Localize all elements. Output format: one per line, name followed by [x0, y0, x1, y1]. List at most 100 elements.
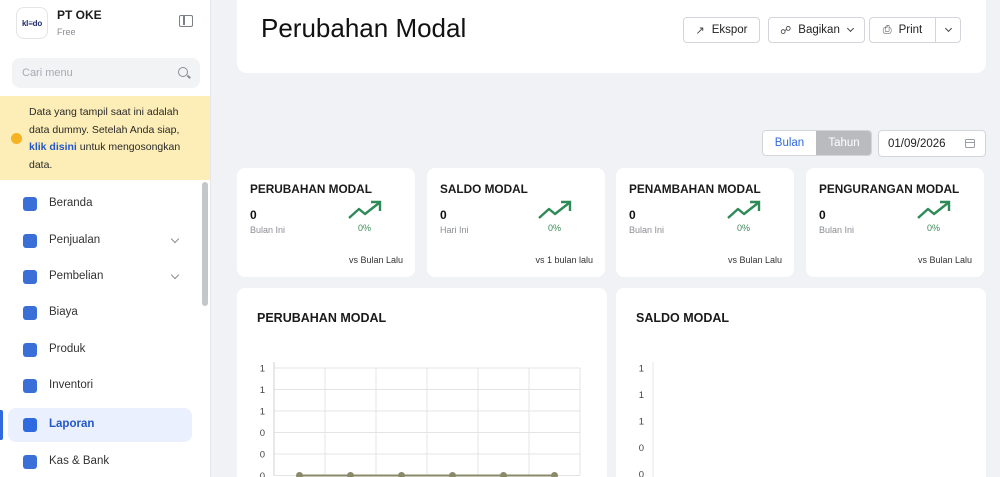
printer-icon: ⎙: [882, 23, 892, 36]
data-point: [296, 472, 303, 477]
trend-up-icon: [348, 200, 382, 219]
period-toggle: Bulan Tahun: [762, 130, 872, 156]
y-tick-label: 1: [260, 364, 265, 375]
saldo-modal-chart: 1 1 1 0 0: [639, 362, 654, 477]
receipt-icon: [23, 306, 37, 320]
sidebar-item-beranda[interactable]: Beranda: [8, 187, 192, 221]
y-tick-label: 0: [260, 471, 265, 477]
notice-link[interactable]: klik disini: [29, 141, 77, 153]
sidebar-item-label: Inventori: [49, 379, 94, 391]
sidebar-item-inventori[interactable]: Inventori: [8, 369, 192, 403]
date-picker: [878, 130, 986, 157]
sidebar-scrollbar[interactable]: [202, 180, 208, 477]
data-point: [347, 472, 354, 477]
y-tick-label: 0: [260, 450, 265, 461]
notice-text-before: Data yang tampil saat ini adalah data du…: [29, 106, 180, 136]
y-tick-label: 0: [260, 428, 265, 439]
print-button[interactable]: ⎙ Print: [869, 17, 936, 43]
sidebar-collapse-icon[interactable]: [179, 15, 193, 27]
period-option-year[interactable]: Tahun: [816, 131, 871, 155]
kpi-value: 0: [629, 208, 636, 222]
y-tick-label: 0: [639, 443, 644, 454]
sidebar-item-label: Produk: [49, 343, 86, 355]
export-icon: ↗: [695, 24, 705, 37]
data-point: [551, 472, 558, 477]
kpi-compare: vs Bulan Lalu: [727, 255, 782, 265]
chevron-down-icon[interactable]: [170, 270, 180, 280]
chevron-down-icon: [944, 24, 952, 33]
share-button[interactable]: ☍ Bagikan: [768, 17, 865, 43]
share-label: Bagikan: [798, 24, 840, 36]
warning-dot-icon: [11, 133, 22, 144]
plan-label: Free: [57, 27, 76, 37]
brand: kl≡do PT OKE Free: [16, 7, 196, 43]
y-tick-label: 1: [639, 417, 644, 428]
sidebar-item-label: Beranda: [49, 197, 93, 209]
sidebar-scroll-thumb[interactable]: [202, 182, 208, 306]
share-icon: ☍: [780, 24, 792, 37]
data-point: [449, 472, 456, 477]
period-option-month[interactable]: Bulan: [763, 131, 816, 155]
kpi-title: SALDO MODAL: [440, 182, 528, 196]
page-header: Perubahan Modal ↗ Ekspor ☍ Bagikan ⎙ Pri…: [237, 0, 986, 73]
dummy-data-notice: Data yang tampil saat ini adalah data du…: [0, 96, 210, 180]
y-tick-label: 0: [639, 470, 644, 477]
chevron-down-icon: [846, 24, 854, 33]
search-icon[interactable]: [178, 67, 188, 77]
kpi-change: 0%: [548, 223, 562, 233]
report-icon: [23, 418, 37, 432]
export-label: Ekspor: [711, 24, 748, 36]
box-icon: [23, 343, 37, 357]
chart-card-saldo-modal: SALDO MODAL 11100: [616, 288, 986, 477]
sidebar-item-label: Pembelian: [49, 270, 104, 282]
trend-up-icon: [727, 200, 761, 219]
trend-up-icon: [538, 200, 572, 219]
kpi-title: PENGURANGAN MODAL: [819, 182, 960, 196]
kpi-period: Bulan Ini: [250, 225, 286, 235]
purchase-cart-icon: [23, 270, 37, 284]
page-title: Perubahan Modal: [261, 13, 467, 43]
kpi-compare: vs Bulan Lalu: [348, 255, 403, 265]
kledo-logo[interactable]: kl≡do: [16, 7, 48, 39]
data-point: [500, 472, 507, 477]
sidebar-item-pembelian[interactable]: Pembelian: [8, 260, 192, 294]
calendar-icon[interactable]: [965, 139, 975, 148]
company-name[interactable]: PT OKE: [57, 8, 102, 22]
kpi-compare: vs Bulan Lalu: [917, 255, 972, 265]
kpi-period: Bulan Ini: [819, 225, 855, 235]
menu-search-input[interactable]: [22, 58, 172, 88]
print-label: Print: [898, 24, 923, 36]
y-tick-label: 1: [260, 385, 265, 396]
kpi-value: 0: [819, 208, 826, 222]
y-tick-label: 1: [639, 390, 644, 401]
trend-up-icon: [917, 200, 951, 219]
export-button[interactable]: ↗ Ekspor: [683, 17, 760, 43]
sidebar-item-biaya[interactable]: Biaya: [8, 296, 192, 330]
sidebar-item-produk[interactable]: Produk: [8, 333, 192, 367]
sidebar-item-kas-bank[interactable]: Kas & Bank: [8, 445, 192, 477]
kpi-change: 0%: [737, 223, 751, 233]
kpi-title: PERUBAHAN MODAL: [250, 182, 372, 196]
sidebar-item-penjualan[interactable]: Penjualan: [8, 224, 192, 258]
sales-tag-icon: [23, 234, 37, 248]
sidebar-item-label: Penjualan: [49, 234, 101, 246]
kpi-card-perubahan-modal: PERUBAHAN MODAL 0 Bulan Ini 0% vs Bulan Lalu: [237, 168, 415, 277]
chevron-down-icon[interactable]: [170, 234, 180, 244]
sidebar-item-laporan[interactable]: Laporan: [8, 408, 192, 442]
chart-card-perubahan-modal: PERUBAHAN MODAL 111000: [237, 288, 607, 477]
date-input[interactable]: [888, 131, 963, 156]
wallet-icon: [23, 455, 37, 469]
kpi-compare: vs 1 bulan lalu: [535, 255, 593, 265]
y-tick-label: 1: [639, 364, 644, 375]
kpi-card-saldo-modal: SALDO MODAL 0 Hari Ini 0% vs 1 bulan lalu: [427, 168, 605, 277]
kpi-title: PENAMBAHAN MODAL: [629, 182, 761, 196]
kpi-period: Hari Ini: [440, 225, 469, 235]
print-options-button[interactable]: [935, 17, 961, 43]
perubahan-modal-chart: 1 1 1 0 0 0: [260, 362, 581, 477]
warehouse-icon: [23, 379, 37, 393]
active-indicator: [0, 410, 3, 440]
kpi-value: 0: [440, 208, 447, 222]
sidebar-item-label: Laporan: [49, 418, 95, 430]
kpi-change: 0%: [927, 223, 941, 233]
kpi-card-penambahan-modal: PENAMBAHAN MODAL 0 Bulan Ini 0% vs Bulan Lal…: [616, 168, 794, 277]
